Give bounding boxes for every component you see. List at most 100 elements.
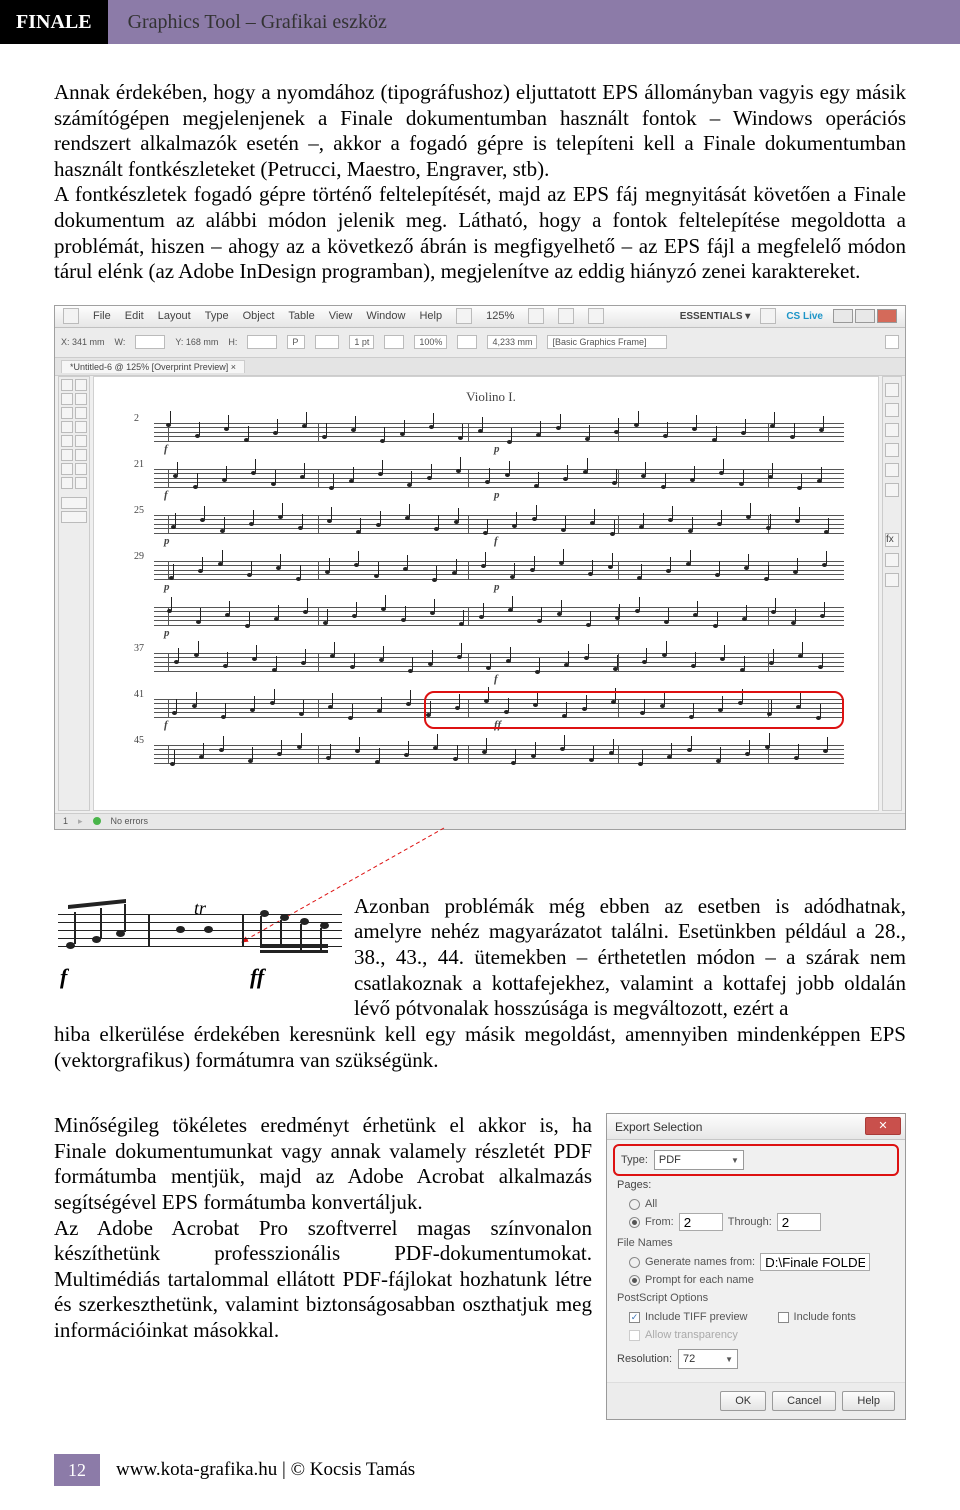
type-combo[interactable]: PDF▼ bbox=[654, 1150, 744, 1170]
view-mode-icon[interactable] bbox=[528, 308, 544, 324]
menu-window[interactable]: Window bbox=[366, 310, 405, 322]
gap-tool-icon[interactable] bbox=[75, 393, 87, 405]
field-a[interactable] bbox=[135, 335, 165, 349]
pencil-tool-icon[interactable] bbox=[75, 421, 87, 433]
app-icon bbox=[63, 308, 79, 324]
char-panel-icon[interactable] bbox=[885, 573, 899, 587]
type-tool-icon[interactable] bbox=[61, 407, 73, 419]
links-panel-icon[interactable] bbox=[885, 423, 899, 437]
frame-width[interactable]: 4,233 mm bbox=[487, 335, 537, 349]
score-preview: Violino I. 2fp21fp25pf29ppp37f41fff45 bbox=[134, 385, 848, 802]
cancel-button[interactable]: Cancel bbox=[772, 1391, 836, 1411]
staff-line: 25pf bbox=[134, 507, 848, 541]
pages-panel-icon[interactable] bbox=[885, 383, 899, 397]
hand-tool-icon[interactable] bbox=[61, 477, 73, 489]
bridge-icon[interactable] bbox=[456, 308, 472, 324]
frame-tool-icon[interactable] bbox=[61, 435, 73, 447]
transform-tool-icon[interactable] bbox=[75, 449, 87, 461]
screen-mode-icon[interactable] bbox=[558, 308, 574, 324]
zoom-tool-icon[interactable] bbox=[75, 477, 87, 489]
paragraph-1: Annak érdekében, hogy a nyomdához (tipog… bbox=[54, 80, 906, 285]
x-field[interactable]: X: 341 mm bbox=[61, 337, 105, 347]
fx-panel-icon[interactable]: fx bbox=[885, 533, 899, 547]
char-icon[interactable]: P bbox=[287, 335, 305, 349]
object-style[interactable]: [Basic Graphics Frame] bbox=[547, 335, 667, 349]
preflight-status[interactable]: No errors bbox=[111, 816, 149, 826]
fill-stroke-icon[interactable] bbox=[61, 497, 87, 509]
w-field[interactable]: W: bbox=[115, 337, 126, 347]
radio-from[interactable]: From: Through: bbox=[629, 1213, 895, 1231]
callout-box bbox=[424, 691, 844, 729]
gradient-tool-icon[interactable] bbox=[61, 463, 73, 475]
color-panel-icon[interactable] bbox=[885, 463, 899, 477]
from-input[interactable] bbox=[679, 1213, 723, 1231]
page-indicator[interactable]: 1 bbox=[63, 816, 68, 826]
canvas[interactable]: Violino I. 2fp21fp25pf29ppp37f41fff45 bbox=[93, 376, 879, 811]
cs-live[interactable]: CS Live bbox=[786, 311, 823, 322]
zoom-value[interactable]: 125% bbox=[486, 310, 514, 322]
generate-path-input[interactable] bbox=[760, 1253, 870, 1271]
field-b[interactable] bbox=[247, 335, 277, 349]
dialog-title: Export Selection bbox=[607, 1114, 905, 1140]
scale-field[interactable]: 100% bbox=[414, 335, 447, 349]
effects-icon[interactable] bbox=[457, 335, 477, 349]
ok-button[interactable]: OK bbox=[720, 1391, 766, 1411]
menu-help[interactable]: Help bbox=[419, 310, 442, 322]
window-controls bbox=[833, 309, 897, 323]
staff-line: 2fp bbox=[134, 415, 848, 449]
radio-generate[interactable]: Generate names from: bbox=[629, 1253, 895, 1271]
direct-select-tool-icon[interactable] bbox=[75, 379, 87, 391]
doc-tabbar: *Untitled-6 @ 125% [Overprint Preview] × bbox=[55, 358, 905, 376]
check-tiff[interactable]: ✓Include TIFF preview bbox=[629, 1311, 748, 1323]
menu-object[interactable]: Object bbox=[243, 310, 275, 322]
resolution-combo[interactable]: 72▼ bbox=[678, 1349, 738, 1369]
radio-all[interactable]: All bbox=[629, 1198, 895, 1210]
type-label: Type: bbox=[621, 1154, 648, 1166]
stroke-style[interactable] bbox=[384, 335, 404, 349]
dynamic-f: f bbox=[60, 964, 67, 990]
indesign-screenshot: File Edit Layout Type Object Table View … bbox=[54, 305, 906, 830]
filenames-group: File Names bbox=[617, 1237, 895, 1249]
check-fonts[interactable]: Include fonts bbox=[778, 1311, 856, 1323]
h-field[interactable]: H: bbox=[228, 337, 237, 347]
para-panel-icon[interactable] bbox=[885, 553, 899, 567]
arrange-icon[interactable] bbox=[588, 308, 604, 324]
menu-file[interactable]: File bbox=[93, 310, 111, 322]
music-snippet: tr f ff bbox=[54, 894, 346, 984]
page-tool-icon[interactable] bbox=[61, 393, 73, 405]
pen-tool-icon[interactable] bbox=[61, 421, 73, 433]
menu-edit[interactable]: Edit bbox=[125, 310, 144, 322]
help-button[interactable]: Help bbox=[842, 1391, 895, 1411]
status-bar: 1 ▸ No errors bbox=[55, 813, 905, 829]
through-input[interactable] bbox=[777, 1213, 821, 1231]
menu-table[interactable]: Table bbox=[288, 310, 314, 322]
fill-icon[interactable] bbox=[315, 335, 339, 349]
menu-view[interactable]: View bbox=[329, 310, 353, 322]
page-header: FINALE Graphics Tool – Grafikai eszköz bbox=[0, 0, 960, 44]
flyout-icon[interactable] bbox=[885, 335, 899, 349]
dialog-close-button[interactable]: ✕ bbox=[865, 1117, 901, 1135]
view-mode-tool-icon[interactable] bbox=[61, 511, 87, 523]
radio-prompt[interactable]: Prompt for each name bbox=[629, 1274, 895, 1286]
menu-layout[interactable]: Layout bbox=[158, 310, 191, 322]
selection-tool-icon[interactable] bbox=[61, 379, 73, 391]
eyedropper-tool-icon[interactable] bbox=[75, 463, 87, 475]
workspace-switcher[interactable]: ESSENTIALS ▾ bbox=[680, 311, 751, 322]
menu-type[interactable]: Type bbox=[205, 310, 229, 322]
trill-mark: tr bbox=[194, 898, 206, 919]
rect-tool-icon[interactable] bbox=[75, 435, 87, 447]
scissors-tool-icon[interactable] bbox=[61, 449, 73, 461]
minimize-button[interactable] bbox=[833, 309, 853, 323]
search-icon[interactable] bbox=[760, 308, 776, 324]
stroke-panel-icon[interactable] bbox=[885, 443, 899, 457]
stroke-field[interactable]: 1 pt bbox=[349, 335, 374, 349]
layers-panel-icon[interactable] bbox=[885, 403, 899, 417]
close-button[interactable] bbox=[877, 309, 897, 323]
y-field[interactable]: Y: 168 mm bbox=[175, 337, 218, 347]
doc-tab[interactable]: *Untitled-6 @ 125% [Overprint Preview] × bbox=[61, 360, 245, 373]
maximize-button[interactable] bbox=[855, 309, 875, 323]
line-tool-icon[interactable] bbox=[75, 407, 87, 419]
paragraph-2-cont: hiba elkerülése érdekében keresnünk kell… bbox=[54, 1022, 906, 1073]
swatches-panel-icon[interactable] bbox=[885, 483, 899, 497]
dynamic-ff: ff bbox=[250, 964, 264, 990]
